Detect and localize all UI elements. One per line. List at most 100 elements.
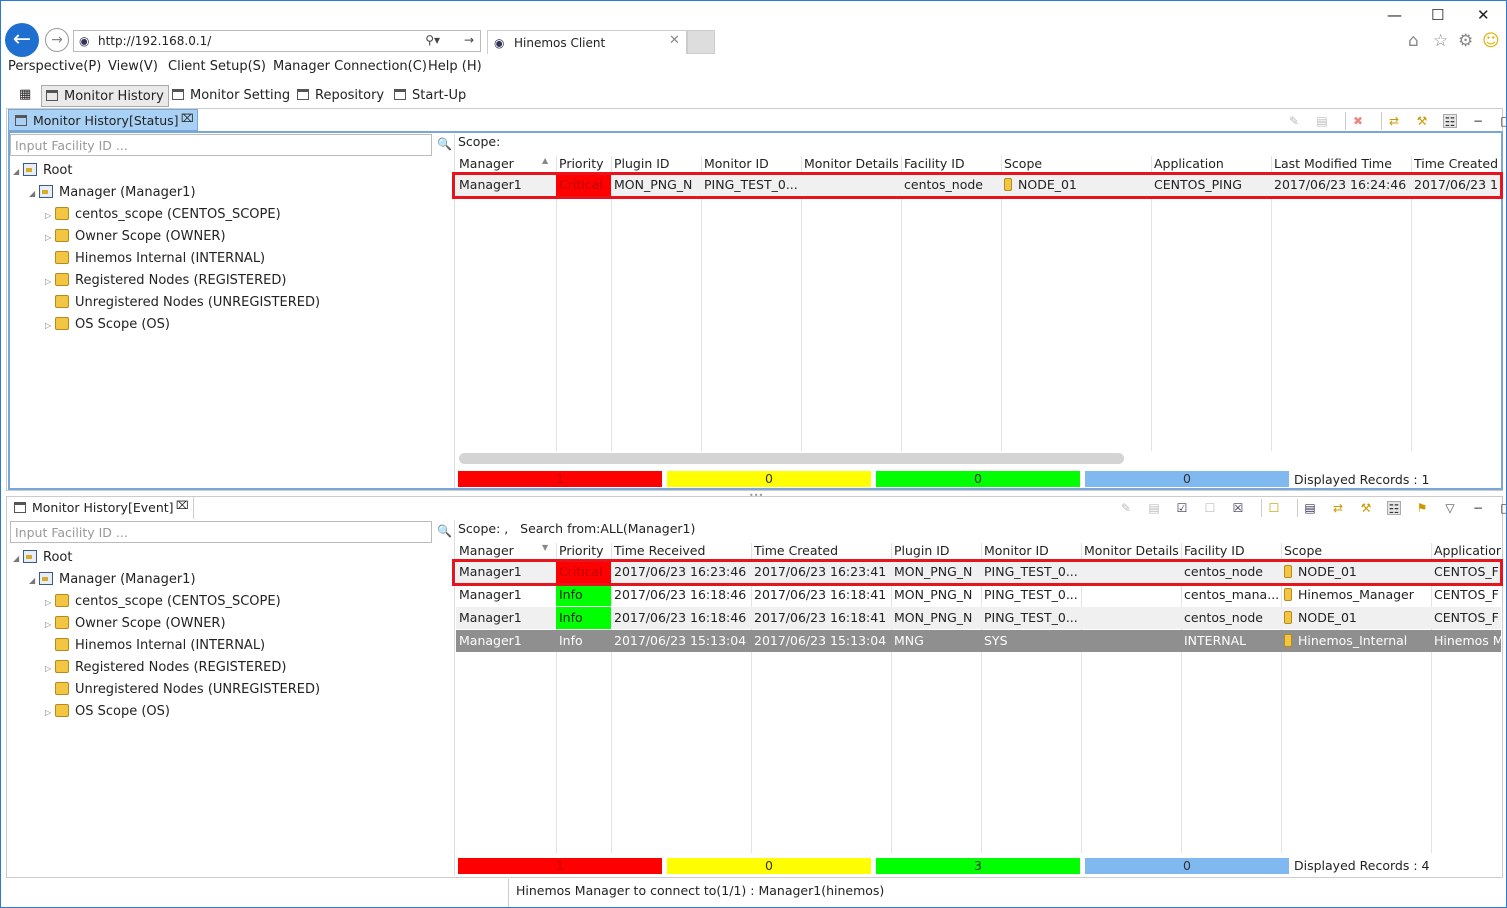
- close-icon[interactable]: ✕: [1477, 6, 1490, 24]
- column-header[interactable]: Plugin ID: [894, 543, 981, 559]
- column-header[interactable]: Monitor Details: [804, 156, 901, 172]
- collapsed-arrow-icon[interactable]: ▷: [45, 615, 55, 635]
- column-header[interactable]: Last Modified Time: [1274, 156, 1411, 172]
- unconfirm-icon[interactable]: ☐: [1203, 501, 1217, 515]
- menu-manager-connection[interactable]: Manager Connection(C): [273, 59, 427, 74]
- tree-node[interactable]: ◢ Root: [13, 161, 72, 181]
- collapsed-arrow-icon[interactable]: ▷: [45, 228, 55, 248]
- column-header[interactable]: Application: [1154, 156, 1271, 172]
- tree-node[interactable]: ◢ Manager (Manager1): [29, 570, 196, 590]
- columns-icon[interactable]: ▤: [1303, 501, 1317, 515]
- column-header[interactable]: Priority: [559, 156, 611, 172]
- tree-node[interactable]: ▷ Registered Nodes (REGISTERED): [45, 271, 286, 291]
- column-header[interactable]: Monitor ID: [704, 156, 801, 172]
- open-perspective-icon[interactable]: ▦: [19, 87, 31, 102]
- column-header[interactable]: Monitor ID: [984, 543, 1081, 559]
- menu-client-setup[interactable]: Client Setup(S): [168, 59, 266, 74]
- maximize-icon[interactable]: ☐: [1431, 6, 1444, 24]
- favorites-star-icon[interactable]: ☆: [1433, 31, 1448, 51]
- status-view-tab[interactable]: Monitor History[Status] ⌧: [8, 109, 198, 131]
- expanded-arrow-icon[interactable]: ◢: [13, 162, 23, 182]
- column-header[interactable]: Scope: [1004, 156, 1151, 172]
- tree-node[interactable]: ◢ Manager (Manager1): [29, 183, 196, 203]
- tree-node[interactable]: ▷ Registered Nodes (REGISTERED): [45, 658, 286, 678]
- tree-node[interactable]: Unregistered Nodes (UNREGISTERED): [45, 293, 320, 313]
- confirm-check-icon[interactable]: ☑: [1175, 501, 1189, 515]
- tree-toggle-icon[interactable]: ☷: [1443, 114, 1457, 129]
- table-row[interactable]: Manager1 Info 2017/06/23 15:13:04 2017/06/2…: [456, 630, 1501, 652]
- status-facility-input[interactable]: Input Facility ID ...: [10, 134, 432, 156]
- menu-help[interactable]: Help (H): [428, 59, 482, 74]
- minimize-icon[interactable]: —: [1387, 6, 1402, 24]
- status-search-icon[interactable]: 🔍: [437, 137, 452, 151]
- minimize-view-icon[interactable]: −: [1471, 114, 1485, 128]
- column-header[interactable]: Facility ID: [904, 156, 1001, 172]
- menu-perspective[interactable]: Perspective(P): [8, 59, 101, 74]
- refresh-icon[interactable]: →: [464, 33, 474, 47]
- new-document-icon[interactable]: ☐: [1267, 501, 1281, 515]
- tree-node[interactable]: ▷ centos_scope (CENTOS_SCOPE): [45, 592, 281, 612]
- collapsed-arrow-icon[interactable]: ▷: [45, 272, 55, 292]
- collapsed-arrow-icon[interactable]: ▷: [45, 316, 55, 336]
- perspective-start-up[interactable]: Start-Up: [390, 85, 470, 107]
- collapsed-arrow-icon[interactable]: ▷: [45, 703, 55, 723]
- column-header[interactable]: Monitor Details: [1084, 543, 1181, 559]
- refresh-icon[interactable]: ⇄: [1331, 501, 1345, 515]
- edit-pencil-icon[interactable]: ✎: [1119, 501, 1133, 515]
- menu-view[interactable]: View(V): [108, 59, 158, 74]
- perspective-repository[interactable]: Repository: [293, 85, 388, 107]
- filter-icon[interactable]: ⚒: [1359, 501, 1373, 515]
- smiley-feedback-icon[interactable]: ☺: [1482, 31, 1500, 51]
- address-bar[interactable]: ◉ http://192.168.0.1/ ⚲▾ →: [73, 30, 481, 52]
- close-tab-icon[interactable]: ✕: [669, 33, 680, 48]
- table-row[interactable]: Manager1 Info 2017/06/23 16:18:46 2017/06/2…: [456, 584, 1501, 606]
- tree-node[interactable]: ▷ OS Scope (OS): [45, 315, 170, 335]
- tree-node[interactable]: ▷ Owner Scope (OWNER): [45, 614, 226, 634]
- browser-tab[interactable]: ◉ Hinemos Client: [487, 30, 687, 54]
- new-tab-button[interactable]: [687, 30, 715, 54]
- forward-button[interactable]: →: [45, 28, 69, 52]
- table-row[interactable]: Manager1 Info 2017/06/23 16:18:46 2017/06/2…: [456, 607, 1501, 629]
- tree-node[interactable]: Hinemos Internal (INTERNAL): [45, 636, 265, 656]
- minimize-view-icon[interactable]: −: [1471, 501, 1485, 515]
- maximize-view-icon[interactable]: □: [1499, 114, 1506, 128]
- close-view-icon[interactable]: ⌧: [181, 112, 194, 125]
- collapsed-arrow-icon[interactable]: ▷: [45, 659, 55, 679]
- settings-gear-icon[interactable]: ⚙: [1458, 31, 1473, 51]
- tree-node[interactable]: ◢ Root: [13, 548, 72, 568]
- event-view-tab[interactable]: Monitor History[Event] ⌧: [8, 497, 194, 519]
- tree-node[interactable]: Unregistered Nodes (UNREGISTERED): [45, 680, 320, 700]
- tree-toggle-icon[interactable]: ☷: [1387, 501, 1401, 516]
- column-header[interactable]: Facility ID: [1184, 543, 1281, 559]
- tree-node[interactable]: ▷ Owner Scope (OWNER): [45, 227, 226, 247]
- refresh-icon[interactable]: ⇄: [1387, 114, 1401, 128]
- back-button[interactable]: ←: [5, 23, 39, 57]
- column-header[interactable]: Priority: [559, 543, 611, 559]
- menu-dropdown-icon[interactable]: ▽: [1443, 501, 1457, 515]
- maximize-view-icon[interactable]: □: [1499, 501, 1506, 515]
- home-icon[interactable]: ⌂: [1408, 31, 1419, 51]
- column-header[interactable]: Time Received: [614, 543, 751, 559]
- expanded-arrow-icon[interactable]: ◢: [29, 184, 39, 204]
- table-icon[interactable]: ▤: [1147, 501, 1161, 515]
- event-facility-input[interactable]: Input Facility ID ...: [10, 521, 432, 543]
- expanded-arrow-icon[interactable]: ◢: [29, 571, 39, 591]
- batch-confirm-icon[interactable]: ☒: [1231, 501, 1245, 515]
- perspective-monitor-setting[interactable]: Monitor Setting: [168, 85, 294, 107]
- table-icon[interactable]: ▤: [1315, 114, 1329, 128]
- status-h-scrollbar[interactable]: [459, 453, 1124, 464]
- search-icon[interactable]: ⚲▾: [425, 33, 440, 47]
- column-header[interactable]: Time Created: [754, 543, 891, 559]
- tree-node[interactable]: ▷ OS Scope (OS): [45, 702, 170, 722]
- perspective-monitor-history[interactable]: Monitor History: [41, 85, 169, 107]
- collapsed-arrow-icon[interactable]: ▷: [45, 593, 55, 613]
- close-view-icon[interactable]: ⌧: [176, 499, 189, 512]
- column-header[interactable]: Scope: [1284, 543, 1431, 559]
- column-header[interactable]: Applicatior: [1434, 543, 1501, 559]
- delete-icon[interactable]: ✖: [1351, 114, 1365, 128]
- tree-node[interactable]: Hinemos Internal (INTERNAL): [45, 249, 265, 269]
- column-header[interactable]: Plugin ID: [614, 156, 701, 172]
- expanded-arrow-icon[interactable]: ◢: [13, 549, 23, 569]
- collapsed-arrow-icon[interactable]: ▷: [45, 206, 55, 226]
- flag-icon[interactable]: ⚑: [1415, 501, 1429, 515]
